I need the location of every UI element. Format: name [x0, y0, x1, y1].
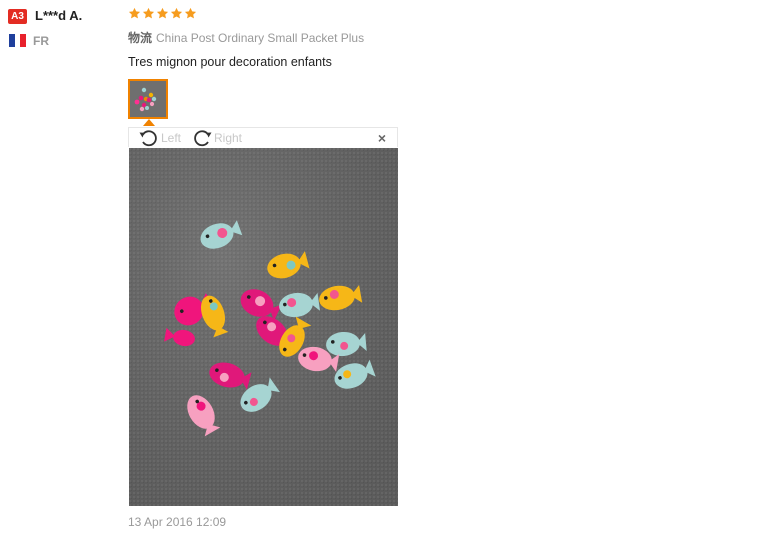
star-rating — [128, 7, 197, 20]
rotate-left-icon — [139, 130, 157, 147]
star-icon — [142, 7, 155, 19]
photo-viewer-toolbar: Left Right × — [128, 127, 398, 147]
rotate-right-button[interactable]: Right — [191, 129, 242, 147]
user-name: L***d A. — [35, 8, 83, 23]
user-country: FR — [33, 34, 49, 48]
review-photo — [129, 148, 398, 506]
logistics-value: China Post Ordinary Small Packet Plus — [156, 31, 365, 45]
user-level-badge: A3 — [8, 9, 27, 24]
rotate-right-label: Right — [214, 131, 243, 145]
rotate-left-button[interactable]: Left — [138, 129, 181, 147]
thumbnail-image — [130, 81, 166, 117]
star-icon — [170, 7, 183, 19]
logistics-label: 物流 — [128, 31, 153, 45]
rotate-right-icon — [194, 130, 212, 147]
review-photo-thumbnail[interactable] — [128, 79, 168, 119]
rotate-left-label: Left — [161, 131, 182, 145]
close-icon[interactable]: × — [378, 130, 386, 146]
star-icon — [184, 7, 197, 19]
logistics-info: 物流 China Post Ordinary Small Packet Plus — [128, 30, 364, 46]
thumbnail-caret — [143, 119, 155, 126]
star-icon — [156, 7, 169, 19]
review-text: Tres mignon pour decoration enfants — [128, 55, 332, 69]
review-date: 13 Apr 2016 12:09 — [128, 515, 227, 529]
france-flag-icon — [9, 34, 27, 47]
star-icon — [128, 7, 141, 19]
